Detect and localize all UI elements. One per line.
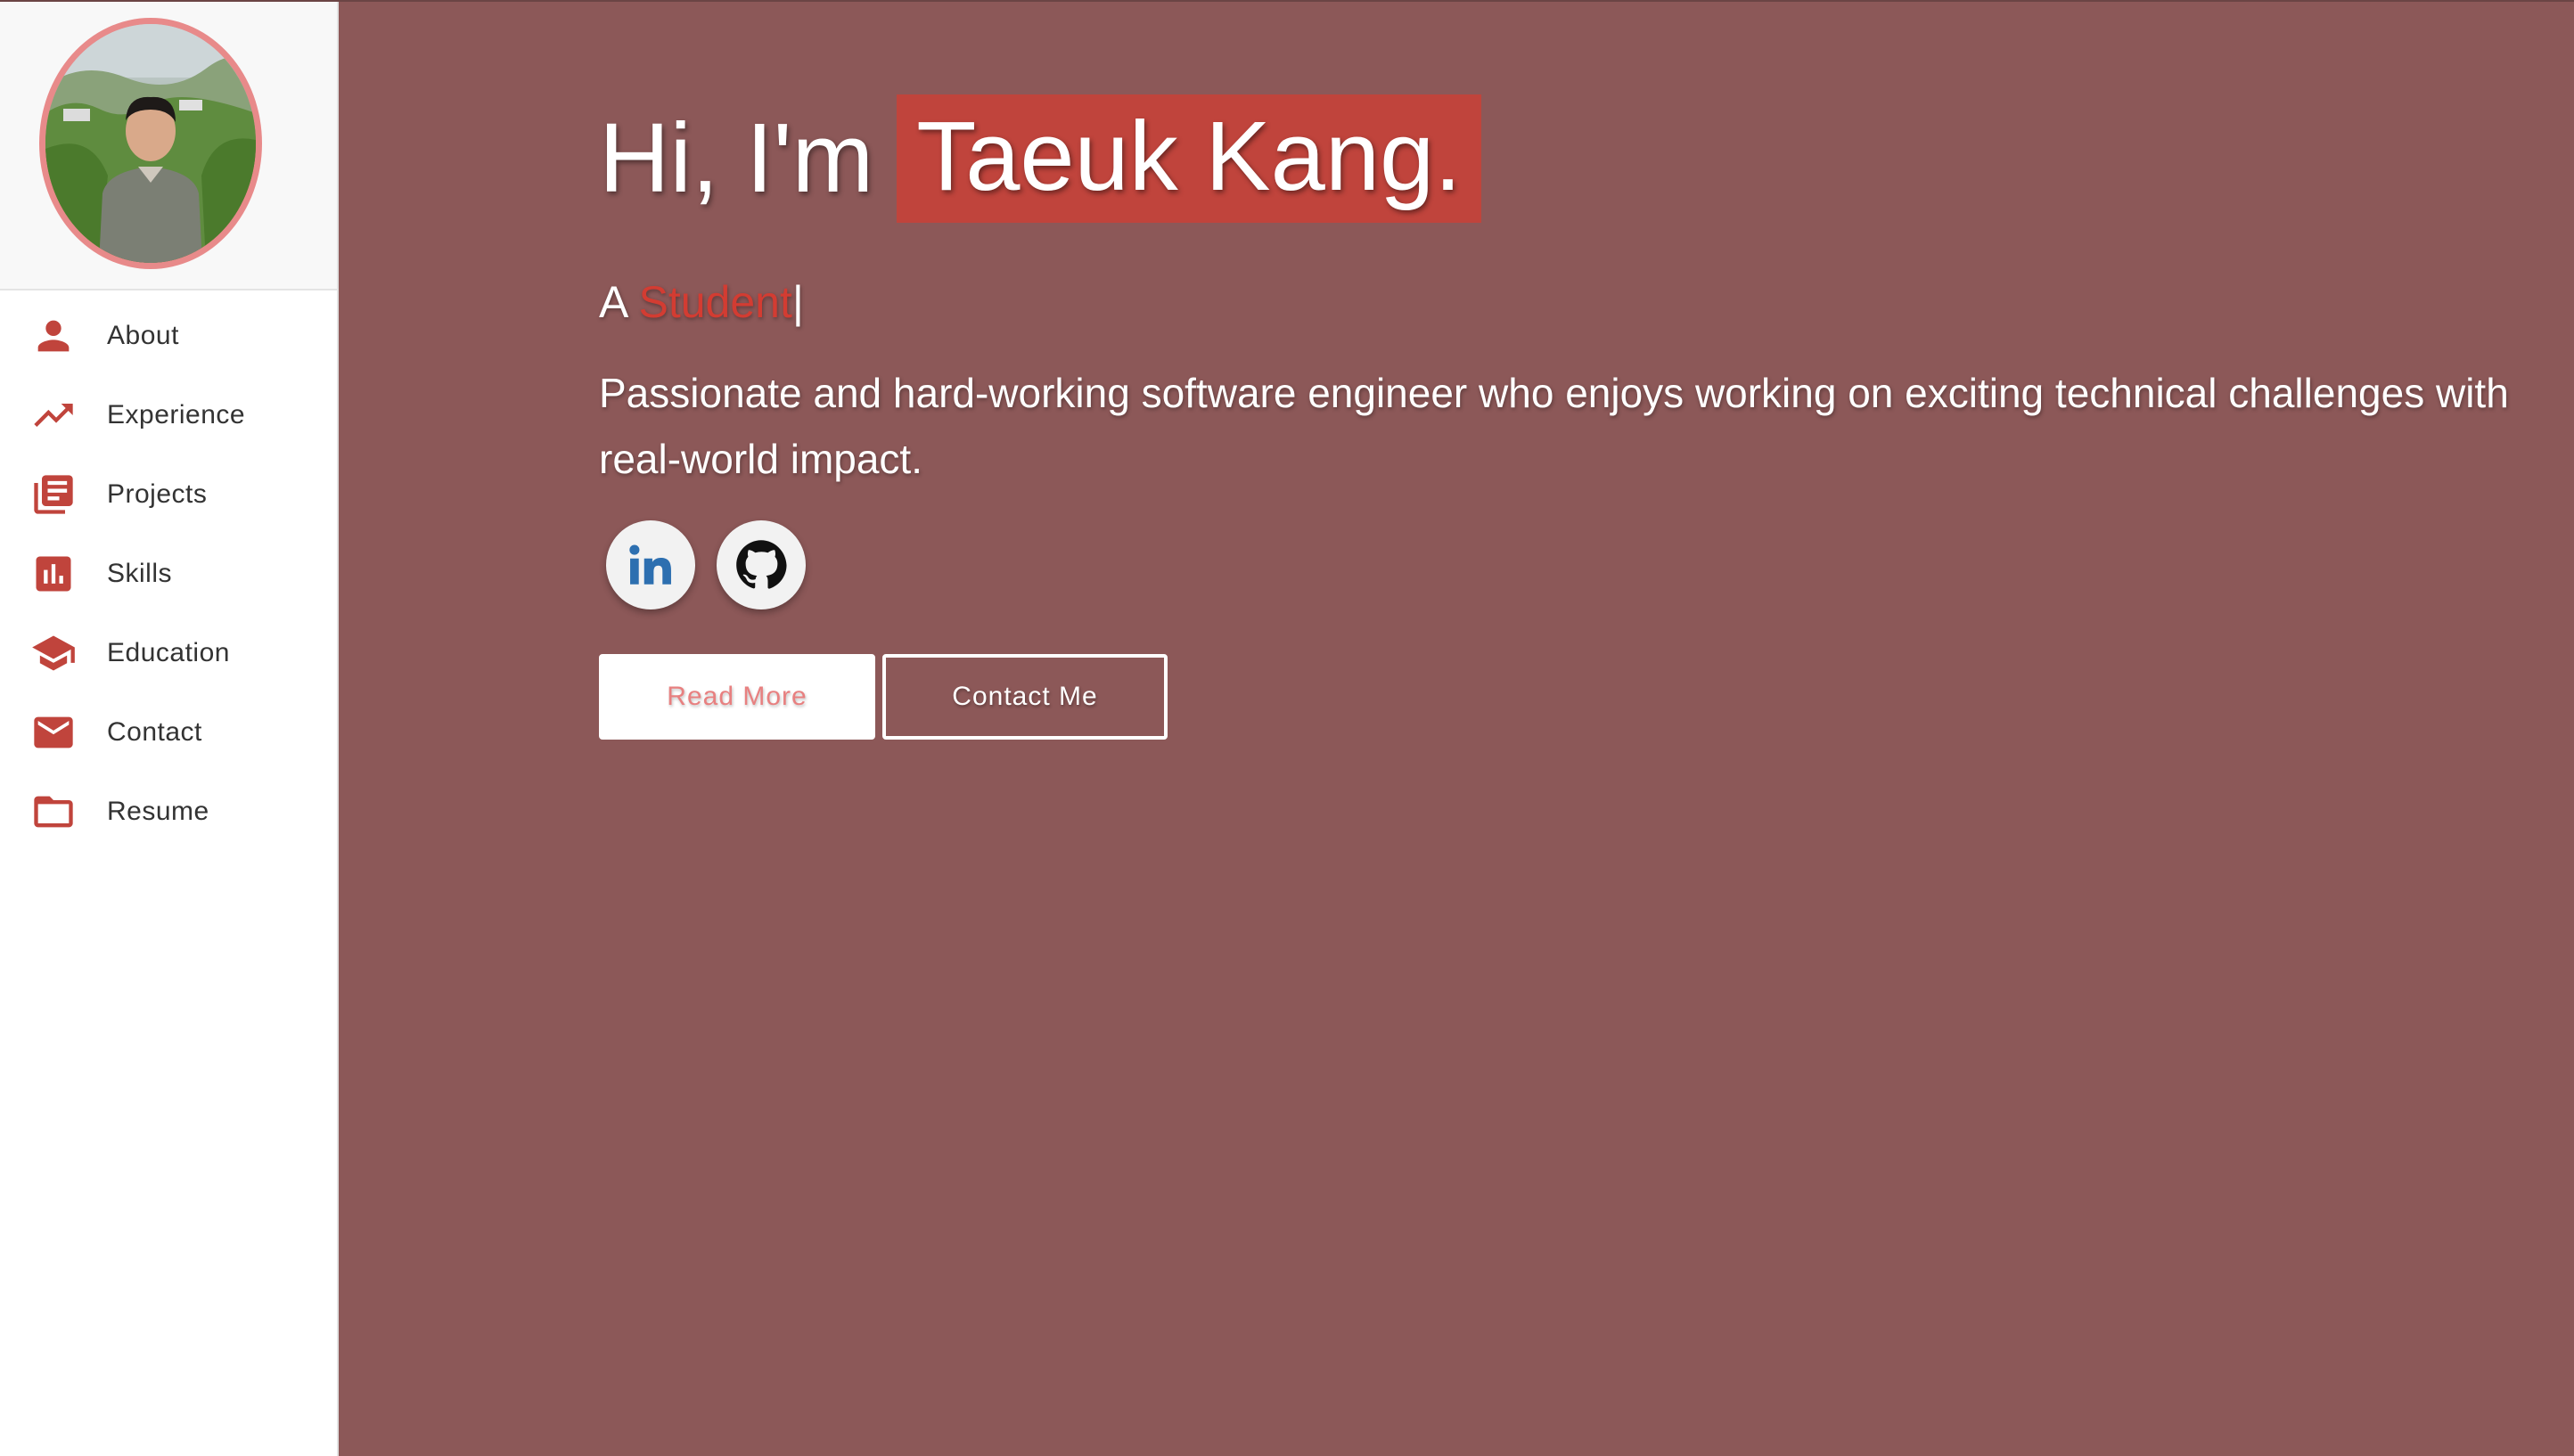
name-highlight: Taeuk Kang. bbox=[897, 94, 1481, 223]
typing-cursor: | bbox=[791, 277, 804, 327]
subtitle-prefix: A bbox=[599, 277, 627, 327]
sidebar-item-label: Skills bbox=[107, 558, 173, 588]
sidebar-nav: About Experience Projects Skills Educati… bbox=[0, 296, 337, 851]
hero-tagline: Passionate and hard-working software eng… bbox=[599, 370, 2509, 482]
linkedin-button[interactable] bbox=[606, 520, 695, 609]
contact-me-button[interactable]: Contact Me bbox=[882, 654, 1168, 740]
avatar bbox=[39, 18, 262, 269]
profile-box bbox=[0, 2, 337, 290]
page: About Experience Projects Skills Educati… bbox=[0, 0, 2574, 1456]
github-icon bbox=[736, 540, 787, 589]
github-button[interactable] bbox=[717, 520, 806, 609]
graduation-cap-icon bbox=[29, 628, 78, 678]
sidebar: About Experience Projects Skills Educati… bbox=[0, 2, 339, 1456]
sidebar-item-label: Resume bbox=[107, 796, 209, 826]
hero-section: Hi, I'm Taeuk Kang. A Student| Passionat… bbox=[599, 94, 2542, 740]
sidebar-item-resume[interactable]: Resume bbox=[0, 772, 337, 851]
library-books-icon bbox=[29, 470, 78, 519]
sidebar-item-projects[interactable]: Projects bbox=[0, 454, 337, 534]
sidebar-item-label: About bbox=[107, 320, 179, 350]
sidebar-item-label: Projects bbox=[107, 479, 208, 509]
sidebar-item-contact[interactable]: Contact bbox=[0, 692, 337, 772]
social-links bbox=[606, 520, 2542, 609]
hero-headline: Hi, I'm Taeuk Kang. bbox=[599, 94, 2542, 223]
sidebar-item-experience[interactable]: Experience bbox=[0, 375, 337, 454]
hero-buttons: Read More Contact Me bbox=[599, 654, 2542, 740]
read-more-button[interactable]: Read More bbox=[599, 654, 875, 740]
person-icon bbox=[29, 311, 78, 361]
profile-photo bbox=[45, 24, 256, 263]
bar-chart-icon bbox=[29, 549, 78, 599]
trending-up-icon bbox=[29, 390, 78, 440]
folder-icon bbox=[29, 787, 78, 837]
sidebar-item-label: Experience bbox=[107, 399, 246, 429]
typed-role: Student bbox=[638, 277, 792, 327]
sidebar-item-about[interactable]: About bbox=[0, 296, 337, 375]
greeting-text: Hi, I'm bbox=[599, 103, 874, 213]
hero-subtitle: A Student| bbox=[599, 276, 2542, 328]
sidebar-item-label: Contact bbox=[107, 716, 202, 747]
linkedin-icon bbox=[629, 544, 671, 585]
sidebar-item-education[interactable]: Education bbox=[0, 613, 337, 692]
sidebar-item-label: Education bbox=[107, 637, 230, 667]
sidebar-item-skills[interactable]: Skills bbox=[0, 534, 337, 613]
mail-icon bbox=[29, 708, 78, 757]
